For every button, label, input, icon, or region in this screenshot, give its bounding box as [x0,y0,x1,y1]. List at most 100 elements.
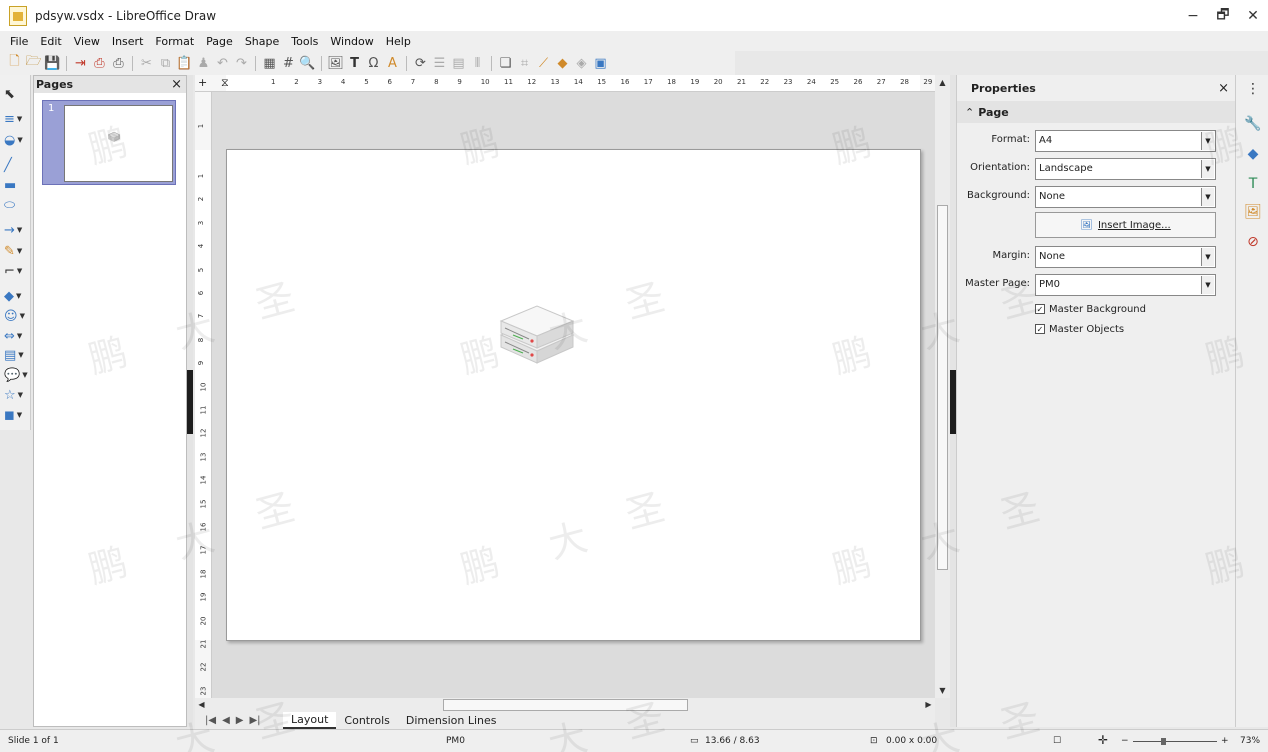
cut-icon[interactable]: ✂ [138,55,155,72]
insert-image-icon[interactable]: 🖼 [327,55,344,72]
chevron-down-icon[interactable]: ▼ [1201,132,1214,150]
menu-page[interactable]: Page [200,35,239,48]
menu-window[interactable]: Window [324,35,379,48]
align-icon[interactable]: ☰ [431,55,448,72]
copy-icon[interactable]: ⧉ [157,55,174,72]
export-icon[interactable]: ⇥ [72,55,89,72]
close-properties-button[interactable]: × [1218,81,1229,96]
format-select[interactable]: A4 ▼ [1035,130,1216,152]
close-window-button[interactable]: ✕ [1238,0,1268,31]
last-tab-icon[interactable]: ▶| [249,715,260,726]
fontwork-icon[interactable]: A [384,55,401,72]
rectangle-tool-icon[interactable]: ▬ [4,176,28,194]
transformations-icon[interactable]: ⟳ [412,55,429,72]
symbol-shapes-icon[interactable]: ☺ ▼ [4,307,28,325]
line-tool-icon[interactable]: ╱ [4,156,28,174]
zoom-icon[interactable]: 🔍 [299,55,316,72]
block-arrows-icon[interactable]: ⇔ ▼ [4,327,28,345]
fill-color-icon[interactable]: ◒ ▼ [4,131,28,149]
scroll-right-arrow-icon[interactable]: ▶ [923,699,934,710]
next-tab-icon[interactable]: ▶ [236,715,244,726]
ellipse-tool-icon[interactable]: ⬭ [4,196,28,214]
vertical-ruler[interactable]: 1 1 2 3 4 5 6 7 8 9 10 11 12 13 14 15 16 17 18 19 20 21 22 23 [195,92,212,698]
chevron-down-icon[interactable]: ▼ [1201,160,1214,178]
callouts-icon[interactable]: 💬 ▼ [4,366,28,384]
insert-image-button[interactable]: 🖼 Insert Image... [1035,212,1216,238]
basic-shapes-icon[interactable]: ◆ ▼ [4,287,28,305]
menu-insert[interactable]: Insert [106,35,150,48]
scroll-up-arrow-icon[interactable]: ▲ [937,77,948,88]
tab-controls[interactable]: Controls [336,712,398,729]
page-section-header[interactable]: ⌃ Page [957,101,1235,123]
helplines-icon[interactable]: # [280,55,297,72]
horizontal-scrollbar[interactable]: ◀ ▶ [195,698,935,712]
zoom-level[interactable]: 73% [1240,736,1260,746]
master-objects-row[interactable]: ✓ Master Objects [1035,321,1225,337]
restore-button[interactable]: 🗗 [1208,0,1238,31]
menu-view[interactable]: View [68,35,106,48]
arrange-icon[interactable]: ▤ [450,55,467,72]
master-background-row[interactable]: ✓ Master Background [1035,301,1225,317]
connectors-icon[interactable]: ⌐ ▼ [4,262,28,280]
zoom-out-icon[interactable]: − [1121,736,1129,746]
sidebar-menu-icon[interactable]: ⋮ [1244,80,1262,98]
select-tool-icon[interactable]: ⬉ [4,85,28,103]
properties-wrench-icon[interactable]: 🔧 [1244,115,1262,133]
export-pdf-icon[interactable]: ⎙ [91,55,108,72]
lines-arrows-icon[interactable]: → ▼ [4,221,28,239]
menu-format[interactable]: Format [149,35,200,48]
minimize-button[interactable]: − [1178,0,1208,31]
line-color-icon[interactable]: ≡ ▼ [4,110,28,128]
horizontal-ruler[interactable]: + ⧖ 1 2 3 4 5 6 7 8 9 10 11 12 13 14 15 16 17 18 19 20 21 22 2… [195,75,956,92]
menu-shape[interactable]: Shape [239,35,285,48]
collapse-section-icon[interactable]: ⌃ [965,106,974,119]
open-folder-icon[interactable]: 🗁 [25,54,42,72]
orientation-select[interactable]: Landscape ▼ [1035,158,1216,180]
curves-icon[interactable]: ✎ ▼ [4,242,28,260]
vertical-scrollbar[interactable]: ▲ ▼ [935,75,950,698]
distribute-icon[interactable]: ⫴ [469,55,486,72]
tab-dimension-lines[interactable]: Dimension Lines [398,712,505,729]
master-page-select[interactable]: PM0 ▼ [1035,274,1216,296]
glue-points-icon[interactable]: ◆ [554,55,571,72]
toggle-extrusion-icon[interactable]: ◈ [573,55,590,72]
styles-icon[interactable]: T [1244,175,1262,193]
tab-layout[interactable]: Layout [283,712,337,729]
grid-icon[interactable]: ▦ [261,55,278,72]
stars-icon[interactable]: ☆ ▼ [4,386,28,404]
zoom-slider[interactable] [1133,738,1217,745]
chevron-down-icon[interactable]: ▼ [1201,248,1214,266]
special-character-icon[interactable]: Ω [365,55,382,72]
zoom-slider-thumb[interactable] [1161,738,1166,745]
chevron-down-icon[interactable]: ▼ [1201,276,1214,294]
print-icon[interactable]: ⎙ [110,55,127,72]
scroll-left-arrow-icon[interactable]: ◀ [196,699,207,710]
page-thumbnail[interactable] [64,105,173,182]
scroll-down-arrow-icon[interactable]: ▼ [937,685,948,696]
page-thumbnail-selected[interactable]: 1 [42,100,176,185]
menu-edit[interactable]: Edit [34,35,67,48]
new-document-icon[interactable]: 🗋 [6,54,23,72]
shadow-icon[interactable]: ❏ [497,55,514,72]
clone-formatting-icon[interactable]: ♟ [195,55,212,72]
3d-objects-icon[interactable]: ◼ ▼ [4,406,28,424]
first-tab-icon[interactable]: |◀ [205,715,216,726]
paste-icon[interactable]: 📋 [176,55,193,72]
display-views-icon[interactable]: ▣ [592,55,609,72]
chevron-down-icon[interactable]: ▼ [1201,188,1214,206]
flowchart-icon[interactable]: ▤ ▼ [4,346,28,364]
save-icon[interactable]: 💾 [44,55,61,72]
crop-icon[interactable]: ⌗ [516,55,533,72]
pages-collapse-handle[interactable] [187,370,193,434]
menu-help[interactable]: Help [380,35,417,48]
navigator-icon[interactable]: ⊘ [1244,233,1262,251]
insert-text-icon[interactable]: T [346,55,363,72]
undo-icon[interactable]: ↶ [214,55,231,72]
server-stack-shape[interactable] [499,305,575,367]
close-pages-pane-button[interactable]: × [171,77,182,92]
zoom-in-icon[interactable]: + [1221,736,1229,746]
shapes-diamond-icon[interactable]: ◆ [1244,145,1262,163]
points-icon[interactable]: ⟋ [535,55,552,72]
drawing-canvas[interactable] [212,92,935,698]
tab-stop-icon[interactable]: + [198,76,207,89]
